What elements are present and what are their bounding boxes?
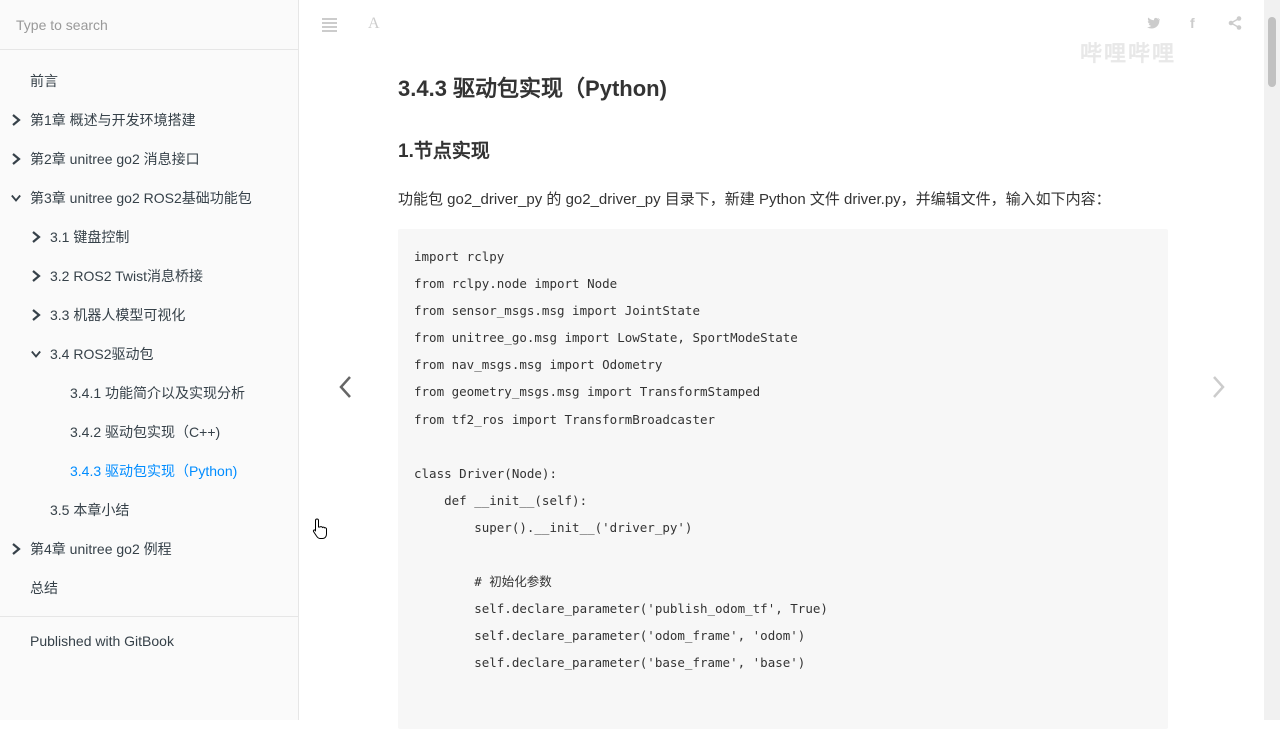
mouse-cursor-icon: [312, 518, 328, 545]
toc-label: 第2章 unitree go2 消息接口: [30, 150, 200, 167]
toc-label: 3.4.2 驱动包实现（C++): [70, 423, 221, 440]
main-content-area: A f 哔哩哔哩 3.4.3 驱动包实现（Python) 1.节点实现 功能包 …: [300, 0, 1280, 729]
code-block[interactable]: import rclpy from rclpy.node import Node…: [398, 229, 1168, 729]
toc-item-3-5[interactable]: 3.5 本章小结: [0, 490, 298, 529]
toc-label: 第4章 unitree go2 例程: [30, 540, 172, 557]
search-input[interactable]: [14, 15, 284, 34]
toc-item-3-4-3[interactable]: 3.4.3 驱动包实现（Python): [0, 451, 298, 490]
toc-item-chapter-1[interactable]: 第1章 概述与开发环境搭建: [0, 100, 298, 139]
chevron-down-icon[interactable]: [8, 192, 24, 204]
toc-item-chapter-3[interactable]: 第3章 unitree go2 ROS2基础功能包: [0, 178, 298, 217]
section-heading: 1.节点实现: [398, 141, 490, 162]
table-of-contents: 前言 第1章 概述与开发环境搭建 第2章 unitree go2 消息接口 第3…: [0, 50, 298, 607]
chevron-down-icon[interactable]: [28, 348, 44, 360]
toc-item-3-4[interactable]: 3.4 ROS2驱动包: [0, 334, 298, 373]
chevron-right-icon[interactable]: [8, 152, 24, 165]
sidebar: 前言 第1章 概述与开发环境搭建 第2章 unitree go2 消息接口 第3…: [0, 0, 299, 720]
chevron-right-icon[interactable]: [28, 269, 44, 282]
toc-item-3-3[interactable]: 3.3 机器人模型可视化: [0, 295, 298, 334]
toc-label: 前言: [30, 72, 58, 89]
menu-icon[interactable]: [322, 18, 337, 32]
toc-label: 总结: [30, 579, 58, 596]
toc-label: 第3章 unitree go2 ROS2基础功能包: [30, 189, 252, 206]
toc-label: 3.3 机器人模型可视化: [50, 306, 186, 323]
toc-item-preface[interactable]: 前言: [0, 61, 298, 100]
toc-label: 3.4.3 驱动包实现（Python): [70, 462, 238, 479]
share-icon[interactable]: [1228, 16, 1242, 33]
toc-label: 第1章 概述与开发环境搭建: [30, 111, 196, 128]
toc-item-3-2[interactable]: 3.2 ROS2 Twist消息桥接: [0, 256, 298, 295]
watermark-logo: 哔哩哔哩: [1080, 41, 1177, 66]
font-settings-icon[interactable]: A: [368, 15, 380, 33]
toc-label: 3.4 ROS2驱动包: [50, 345, 154, 362]
toc-item-summary[interactable]: 总结: [0, 568, 298, 607]
scrollbar-thumb[interactable]: [1268, 17, 1276, 87]
facebook-icon[interactable]: f: [1190, 15, 1195, 31]
published-with-gitbook-link[interactable]: Published with GitBook: [0, 617, 298, 665]
toc-item-3-4-1[interactable]: 3.4.1 功能简介以及实现分析: [0, 373, 298, 412]
toc-label: 3.1 键盘控制: [50, 228, 130, 245]
toc-label: 3.5 本章小结: [50, 501, 130, 518]
chevron-right-icon: [1213, 376, 1225, 398]
chevron-left-icon: [339, 376, 351, 398]
toc-label: 3.4.1 功能简介以及实现分析: [70, 384, 246, 401]
description-paragraph: 功能包 go2_driver_py 的 go2_driver_py 目录下，新建…: [398, 191, 1111, 208]
next-page-button[interactable]: [1204, 370, 1234, 404]
chevron-right-icon[interactable]: [8, 113, 24, 126]
twitter-icon[interactable]: [1147, 16, 1161, 32]
toc-label: 3.2 ROS2 Twist消息桥接: [50, 267, 204, 284]
scrollbar[interactable]: [1264, 0, 1280, 720]
previous-page-button[interactable]: [330, 370, 360, 404]
toc-item-chapter-2[interactable]: 第2章 unitree go2 消息接口: [0, 139, 298, 178]
search-bar: [0, 0, 298, 50]
chevron-right-icon[interactable]: [28, 308, 44, 321]
chevron-right-icon[interactable]: [8, 542, 24, 555]
toc-item-3-4-2[interactable]: 3.4.2 驱动包实现（C++): [0, 412, 298, 451]
article: 3.4.3 驱动包实现（Python) 1.节点实现 功能包 go2_drive…: [398, 70, 1168, 729]
toc-item-chapter-4[interactable]: 第4章 unitree go2 例程: [0, 529, 298, 568]
toc-item-3-1[interactable]: 3.1 键盘控制: [0, 217, 298, 256]
chevron-right-icon[interactable]: [28, 230, 44, 243]
page-title: 3.4.3 驱动包实现（Python): [398, 76, 667, 101]
